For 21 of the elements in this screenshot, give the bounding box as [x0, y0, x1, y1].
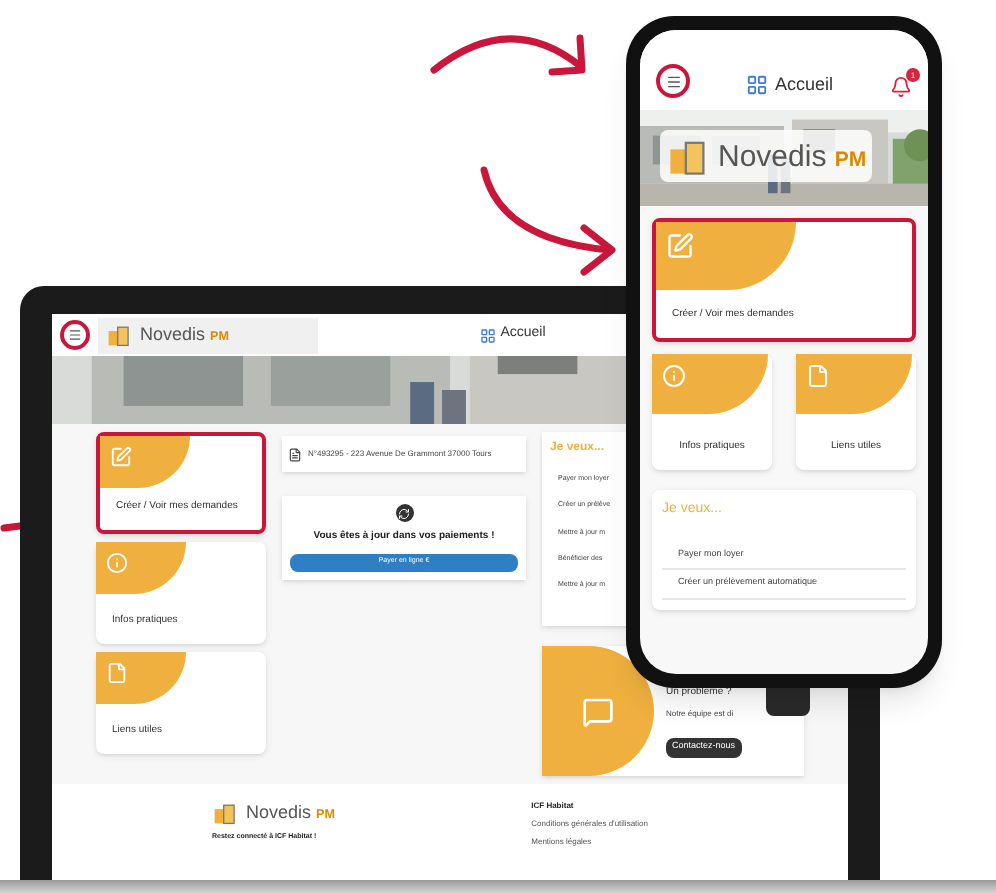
logo-icon: [212, 800, 238, 826]
sync-icon: [395, 504, 413, 522]
chat-icon: [582, 695, 614, 727]
edit-icon: [110, 446, 132, 468]
info-icon: [106, 552, 128, 574]
edit-icon: [666, 232, 694, 260]
menu-icon: [665, 73, 681, 89]
arrow: [480, 166, 616, 276]
bell-icon[interactable]: [889, 76, 912, 98]
menu-icon: [68, 328, 82, 342]
file-icon: [806, 364, 830, 388]
logo-icon: [106, 322, 132, 348]
info-icon: [662, 364, 686, 388]
file-icon: [106, 662, 128, 684]
menu-button[interactable]: [656, 64, 690, 98]
grid-icon: [480, 327, 497, 343]
logo-name: Novedis PM: [718, 141, 867, 171]
document-icon: [288, 447, 302, 461]
page-title: Accueil: [774, 71, 833, 97]
grid-icon: [746, 73, 769, 96]
menu-button[interactable]: [60, 320, 90, 350]
